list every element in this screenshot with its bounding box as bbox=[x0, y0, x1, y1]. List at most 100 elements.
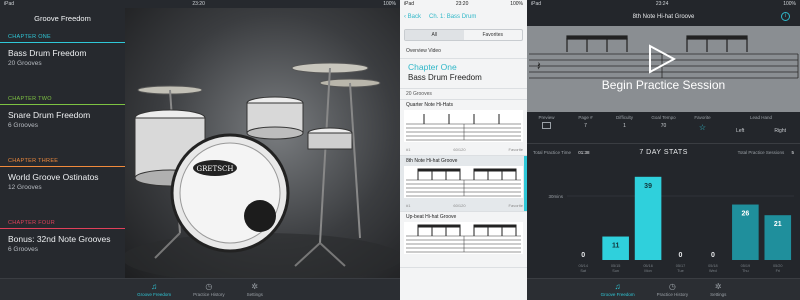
x-date-label: 05/16 bbox=[643, 264, 653, 268]
lead-hand-control: Lead Hand Left Right bbox=[722, 112, 800, 143]
chapter-groove-count: 20 Grooves bbox=[8, 60, 42, 67]
tab-bar: ♫ Groove Freedom ◷ Practice History ✲ Se… bbox=[527, 278, 800, 300]
lead-hand-left[interactable]: Left bbox=[736, 128, 744, 134]
clock: 23:20 bbox=[455, 1, 469, 7]
chapter-title: Snare Drum Freedom bbox=[8, 110, 91, 120]
battery-label: 100% bbox=[510, 1, 523, 7]
groove-number: #1 bbox=[406, 203, 411, 208]
drum-kit-illustration: GRETSCH bbox=[125, 62, 400, 278]
chapter-rule bbox=[0, 42, 125, 43]
goal-tempo-control[interactable]: Goal Tempo 70 bbox=[644, 112, 683, 143]
chapter-tag: CHAPTER FOUR bbox=[8, 220, 55, 226]
tab-label: Settings bbox=[710, 292, 727, 297]
chapter-list: CHAPTER ONE Bass Drum Freedom 20 Grooves CH… bbox=[0, 28, 125, 278]
nav-title: Groove Freedom bbox=[34, 13, 91, 23]
bar-value-label: 0 bbox=[711, 252, 715, 259]
gear-icon: ✲ bbox=[714, 282, 722, 291]
chapter-tag: CHAPTER ONE bbox=[8, 34, 52, 40]
device-label: iPad bbox=[404, 1, 415, 7]
total-time-label: Total Practice Time bbox=[533, 149, 572, 155]
page-value: 7 bbox=[584, 123, 587, 129]
tab-label: Practice History bbox=[656, 292, 689, 297]
chapter-item[interactable]: CHAPTER THREE World Groove Ostinatos 12 Gr… bbox=[0, 152, 125, 214]
chapter-title: World Groove Ostinatos bbox=[8, 172, 99, 182]
tab-settings[interactable]: ✲ Settings bbox=[710, 282, 726, 297]
groove-row[interactable]: Quarter Note Hi-Hats #1 60/120 Favorite bbox=[400, 100, 527, 156]
goal-tempo-value: 70 bbox=[660, 123, 667, 129]
control-label: Goal Tempo bbox=[651, 115, 676, 120]
battery-label: 100% bbox=[383, 1, 396, 7]
chapter-tag: CHAPTER THREE bbox=[8, 158, 59, 164]
control-label: Difficulty bbox=[616, 115, 633, 120]
favorite-button[interactable]: Favorite bbox=[509, 203, 523, 208]
notation-staff: 𝄽 bbox=[529, 35, 799, 79]
chapter-groove-count: 6 Grooves bbox=[8, 122, 38, 129]
chapter-title: Bass Drum Freedom bbox=[8, 48, 87, 58]
info-icon[interactable]: i bbox=[781, 12, 790, 21]
chapter-groove-count: 6 Grooves bbox=[8, 246, 38, 253]
preview-control[interactable]: Preview bbox=[527, 112, 566, 143]
groove-list: Quarter Note Hi-Hats #1 60/120 Favorite 8th … bbox=[400, 100, 527, 268]
clock-icon: ◷ bbox=[205, 282, 213, 291]
x-date-label: 05/19 bbox=[741, 264, 751, 268]
control-label: Preview bbox=[538, 115, 555, 120]
groove-row[interactable]: Up-beat Hi-hat Groove bbox=[400, 212, 527, 268]
groove-detail-panel: iPad 23:24 100% 8th Note Hi-hat Groove i… bbox=[527, 0, 800, 300]
favorite-button[interactable]: Favorite bbox=[509, 147, 523, 152]
back-button[interactable]: ‹ Back bbox=[404, 14, 421, 20]
segment-all[interactable]: All bbox=[405, 30, 464, 40]
chapter-rule bbox=[0, 104, 125, 105]
clock: 23:20 bbox=[192, 1, 205, 7]
bar-value-label: 0 bbox=[581, 252, 585, 259]
tab-practice-history[interactable]: ◷ Practice History bbox=[657, 282, 689, 297]
play-icon bbox=[542, 122, 551, 129]
bar-value-label: 21 bbox=[774, 221, 782, 228]
begin-practice-label: Begin Practice Session bbox=[601, 78, 726, 92]
groove-row[interactable]: 8th Note Hi-hat Groove #1 60/120 Favorite bbox=[400, 156, 527, 212]
overview-video-link[interactable]: Overview Video bbox=[400, 44, 527, 59]
chapter-item[interactable]: CHAPTER FOUR Bonus: 32nd Note Grooves 6 Gr… bbox=[0, 214, 125, 276]
x-date-label: 05/17 bbox=[676, 264, 686, 268]
total-practice-time: Total Practice Time 01:38 bbox=[533, 150, 590, 155]
difficulty-value: 1 bbox=[623, 123, 626, 129]
svg-text:𝄽: 𝄽 bbox=[537, 59, 541, 73]
chapter-item[interactable]: CHAPTER TWO Snare Drum Freedom 6 Grooves bbox=[0, 90, 125, 152]
chapter-tag: CHAPTER TWO bbox=[8, 96, 52, 102]
practice-session-button[interactable]: 𝄽 Begin Practice Session bbox=[527, 26, 800, 112]
status-bar: iPad 23:20 100% bbox=[400, 0, 527, 8]
tab-label: Settings bbox=[246, 292, 263, 297]
groove-name: Up-beat Hi-hat Groove bbox=[406, 214, 457, 220]
favorite-control[interactable]: Favorite ☆ bbox=[683, 112, 722, 143]
tab-groove-freedom[interactable]: ♫ Groove Freedom bbox=[601, 282, 635, 297]
segment-favorites[interactable]: Favorites bbox=[464, 30, 523, 40]
page-control[interactable]: Page # 7 bbox=[566, 112, 605, 143]
groove-meta: #1 60/120 Favorite bbox=[406, 147, 523, 152]
nav-bar: ‹ Back Ch. 1: Bass Drum bbox=[400, 8, 527, 26]
chapter-groove-count: 12 Grooves bbox=[8, 184, 42, 191]
x-date-label: 05/18 bbox=[708, 264, 718, 268]
drum-brand-logo: GRETSCH bbox=[197, 165, 234, 173]
tab-groove-freedom[interactable]: ♫ Groove Freedom bbox=[137, 282, 171, 297]
back-label: Back bbox=[407, 14, 422, 20]
x-date-label: 05/20 bbox=[773, 264, 783, 268]
device-label: iPad bbox=[531, 1, 542, 7]
tab-practice-history[interactable]: ◷ Practice History bbox=[193, 282, 225, 297]
chapter-rule bbox=[0, 166, 125, 167]
x-date-label: 05/14 bbox=[578, 264, 588, 268]
screen-root: iPad 23:20 100% Groove Freedom CHAPTER O… bbox=[0, 0, 800, 300]
nav-title: Ch. 1: Bass Drum bbox=[429, 14, 477, 20]
tab-settings[interactable]: ✲ Settings bbox=[247, 282, 263, 297]
control-label: Favorite bbox=[694, 115, 711, 120]
total-sessions-value: 5 bbox=[791, 149, 794, 155]
difficulty-control[interactable]: Difficulty 1 bbox=[605, 112, 644, 143]
bar-value-label: 26 bbox=[741, 211, 749, 218]
nav-title: 8th Note Hi-hat Groove bbox=[632, 14, 695, 20]
tab-bar: ♫ Groove Freedom ◷ Practice History ✲ Se… bbox=[0, 278, 400, 300]
clock: 23:24 bbox=[655, 1, 669, 7]
chapter-title: Bass Drum Freedom bbox=[408, 73, 482, 82]
total-time-value: 01:38 bbox=[578, 149, 590, 155]
tab-label: Groove Freedom bbox=[600, 292, 635, 297]
chapter-item[interactable]: CHAPTER ONE Bass Drum Freedom 20 Grooves bbox=[0, 28, 125, 90]
x-category-label: Thu bbox=[742, 269, 749, 273]
lead-hand-right[interactable]: Right bbox=[774, 128, 786, 134]
